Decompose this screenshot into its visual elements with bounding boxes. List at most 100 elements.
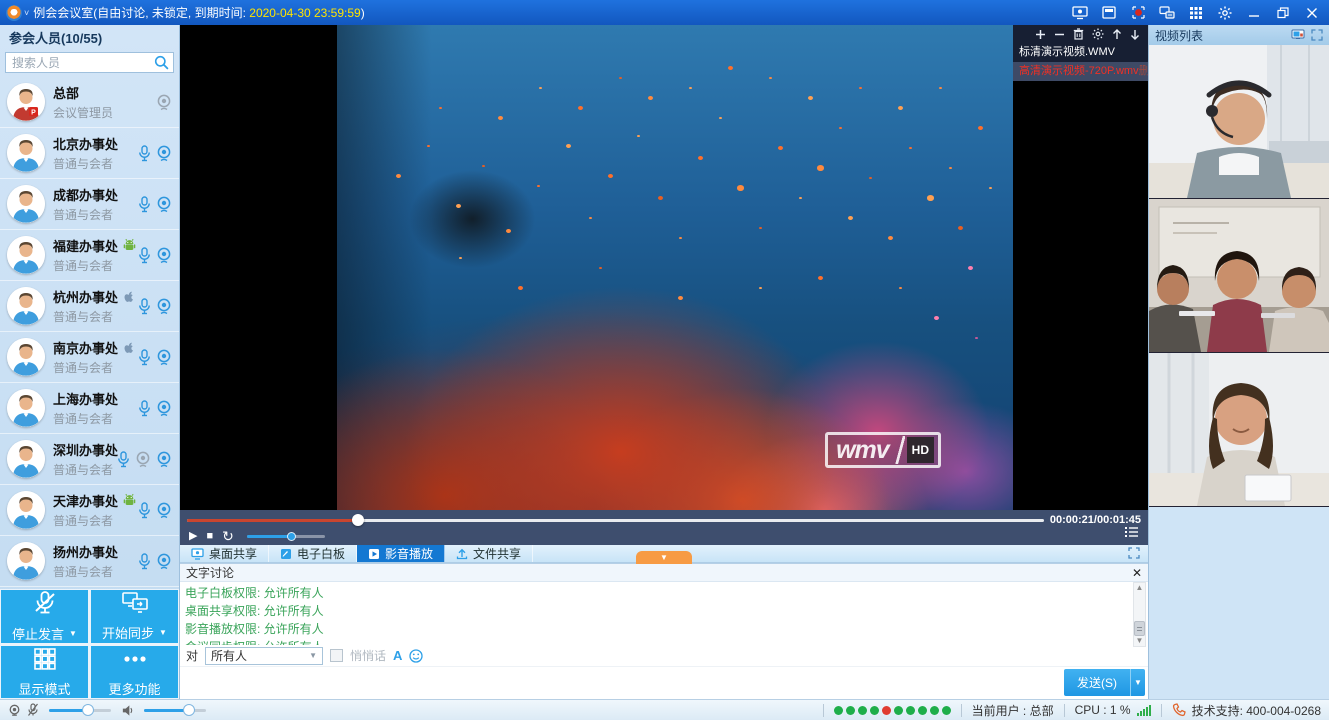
playlist-item-label: 高清演示视频-720P.wmv [1019,62,1139,81]
participant-row[interactable]: 上海办事处普通与会者 [0,383,179,434]
gear-icon[interactable] [1092,28,1104,40]
speaker-volume-handle[interactable] [183,704,195,716]
video-thumbnail-3[interactable] [1149,353,1329,507]
mic-icon[interactable] [138,196,151,213]
participant-row[interactable]: 福建办事处普通与会者 [0,230,179,281]
camera-icon[interactable] [156,400,172,417]
video-mode-icon[interactable] [1291,29,1305,41]
network-icon[interactable] [1156,3,1178,22]
send-button[interactable]: 发送(S) [1064,669,1130,696]
speaker-volume-slider[interactable] [144,709,206,712]
camera-icon[interactable] [156,553,172,570]
tab-whiteboard[interactable]: 电子白板 [269,545,357,562]
tab-desktop-share[interactable]: 桌面共享 [180,545,269,562]
webcam-status-icon[interactable] [8,704,21,717]
camera-off-icon[interactable] [135,451,151,468]
scroll-down-icon[interactable]: ▼ [1136,636,1144,646]
playlist-toggle-icon[interactable] [1125,526,1139,541]
whisper-checkbox[interactable] [330,649,343,662]
mic-icon[interactable] [138,247,151,264]
action-button-mic-off[interactable]: 停止发言▼ [1,590,88,643]
display-mode-icon[interactable] [1185,3,1207,22]
action-button-sync[interactable]: 开始同步▼ [91,590,178,643]
chat-scrollbar[interactable]: ▲ ▼ [1133,582,1146,647]
maximize-icon[interactable] [1272,3,1294,22]
mic-icon[interactable] [138,400,151,417]
camera-icon[interactable] [156,502,172,519]
minimize-icon[interactable] [1243,3,1265,22]
replay-button[interactable]: ↻ [222,529,234,543]
file-share-icon [456,548,468,560]
camera-icon[interactable] [156,196,172,213]
settings-icon[interactable] [1214,3,1236,22]
scrollbar-thumb[interactable] [1134,621,1145,636]
fullscreen-icon[interactable] [1311,29,1323,41]
video-stage[interactable]: wmv HD 标清演示视频.WMV高清演示视频-720P.wmv删除 [180,25,1148,510]
participant-row[interactable]: 杭州办事处普通与会者 [0,281,179,332]
participant-row[interactable]: 成都办事处普通与会者 [0,179,179,230]
search-icon[interactable] [154,55,169,73]
record-icon[interactable] [1127,3,1149,22]
video-thumbnail-1[interactable] [1149,45,1329,199]
playlist-item[interactable]: 标清演示视频.WMV [1013,43,1148,62]
participant-row[interactable]: 北京办事处普通与会者 [0,128,179,179]
seek-bar[interactable] [187,519,1044,522]
avatar [7,542,45,580]
participant-row[interactable]: 天津办事处普通与会者 [0,485,179,536]
add-icon[interactable] [1035,29,1046,40]
font-style-icon[interactable]: A [393,648,402,663]
trash-icon[interactable] [1073,28,1084,40]
playlist-item[interactable]: 高清演示视频-720P.wmv删除 [1013,62,1148,81]
chat-close-icon[interactable]: ✕ [1132,567,1142,579]
participant-row[interactable]: 深圳办事处普通与会者 [0,434,179,485]
mic-icon[interactable] [138,298,151,315]
participant-row[interactable]: 南京办事处普通与会者 [0,332,179,383]
avatar [7,185,45,223]
mic-volume-handle[interactable] [82,704,94,716]
player-volume-handle[interactable] [287,532,296,541]
camera-off-icon[interactable] [156,94,172,111]
screen-share-icon[interactable] [1069,3,1091,22]
mic-icon[interactable] [138,145,151,162]
player-volume-slider[interactable] [247,535,325,538]
mic-icon[interactable] [138,349,151,366]
video-thumbnail-2[interactable] [1149,199,1329,353]
search-input[interactable] [5,52,174,73]
mic-icon[interactable] [138,553,151,570]
playlist-item-delete[interactable]: 删除 [1139,62,1148,81]
mic-volume-slider[interactable] [49,709,111,712]
tab-label: 文件共享 [473,545,521,562]
close-icon[interactable] [1301,3,1323,22]
camera-icon[interactable] [156,145,172,162]
remove-icon[interactable] [1054,29,1065,40]
mic-icon[interactable] [138,502,151,519]
move-down-icon[interactable] [1130,29,1140,40]
camera-icon[interactable] [156,451,172,468]
emoji-icon[interactable] [409,649,423,663]
move-up-icon[interactable] [1112,29,1122,40]
chevron-down-icon[interactable]: ˅ [24,8,29,18]
tab-file-share[interactable]: 文件共享 [445,545,533,562]
send-options-caret[interactable]: ▼ [1130,669,1145,696]
camera-icon[interactable] [156,349,172,366]
camera-icon[interactable] [156,298,172,315]
scroll-up-icon[interactable]: ▲ [1136,583,1144,593]
window-icon[interactable] [1098,3,1120,22]
participant-row[interactable]: 扬州办事处普通与会者 [0,536,179,587]
speaker-icon[interactable] [121,704,134,717]
camera-icon[interactable] [156,247,172,264]
mic-icon[interactable] [117,451,130,468]
tab-media-play[interactable]: 影音播放 [357,545,445,562]
mic-muted-icon[interactable] [27,703,39,717]
participant-row[interactable]: P总部会议管理员 [0,77,179,128]
stop-button[interactable]: ■ [206,531,213,542]
action-button-grid[interactable]: 显示模式 [1,646,88,698]
seek-handle[interactable] [352,514,364,526]
action-button-more[interactable]: 更多功能 [91,646,178,698]
chat-input-area[interactable]: 发送(S) ▼ [180,666,1148,699]
play-button[interactable]: ▶ [189,531,197,542]
recipient-select[interactable]: 所有人 ▼ [205,647,323,665]
chat-collapse-handle[interactable]: ▼ [636,551,692,564]
expand-panel-icon[interactable] [1128,547,1140,562]
quality-dot-green [846,706,855,715]
